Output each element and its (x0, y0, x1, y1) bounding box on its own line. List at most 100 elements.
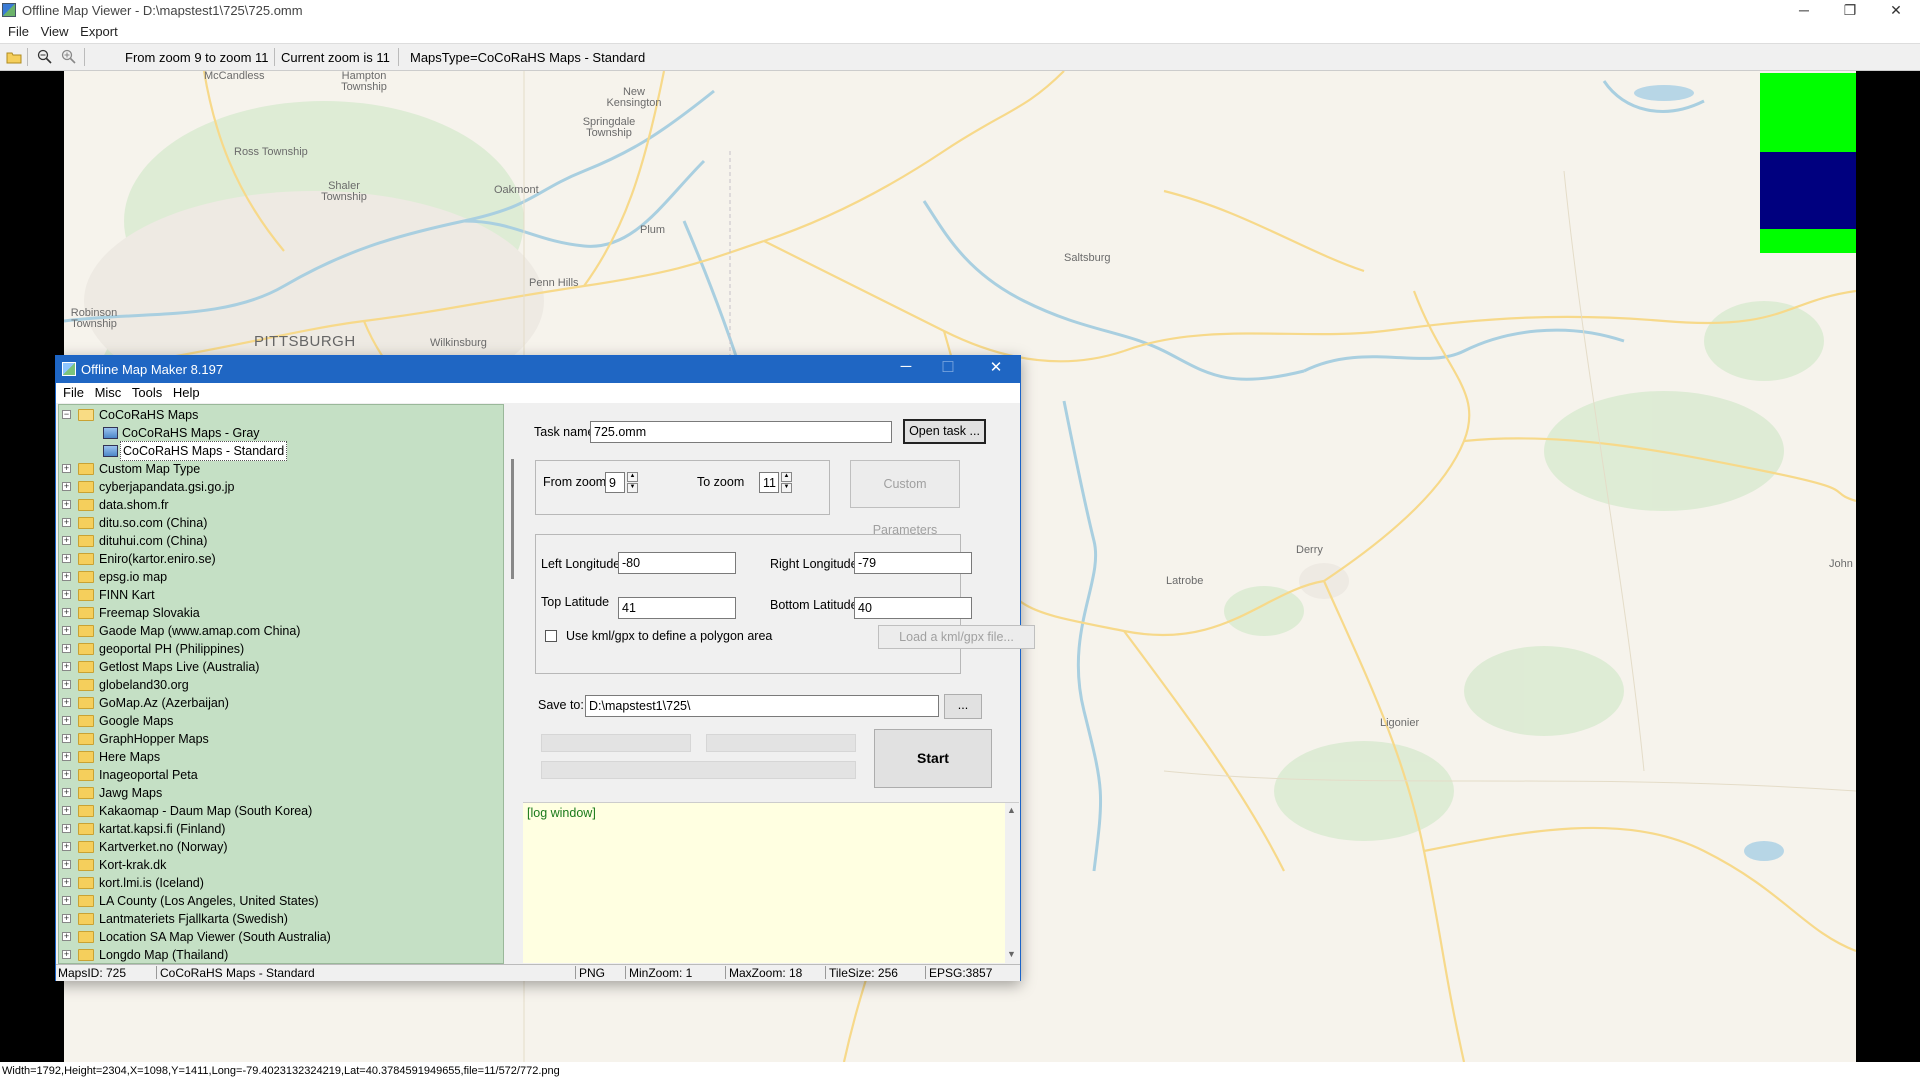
map-label-john: John (1829, 558, 1853, 570)
tree-scrollbar[interactable] (507, 404, 519, 964)
save-to-input[interactable]: D:\mapstest1\725\ (585, 695, 939, 717)
expand-icon[interactable]: + (62, 590, 71, 599)
expand-icon[interactable]: + (62, 644, 71, 653)
expand-icon[interactable]: + (62, 464, 71, 473)
custom-parameters-button[interactable]: Custom Parameters (850, 460, 960, 537)
browse-button[interactable]: ... (944, 694, 982, 719)
dialog-minimize-button[interactable]: ─ (888, 358, 924, 375)
map-label-hampton: Hampton Township (341, 71, 387, 93)
expand-icon[interactable]: + (62, 734, 71, 743)
from-zoom-spinner[interactable]: ▲ ▼ (627, 472, 638, 493)
expand-icon[interactable]: + (62, 752, 71, 761)
expand-icon[interactable]: + (62, 896, 71, 905)
dialog-menu-misc[interactable]: Misc (95, 383, 122, 403)
open-task-button[interactable]: Open task ... (903, 419, 986, 444)
expand-icon[interactable]: + (62, 806, 71, 815)
expand-icon[interactable]: + (62, 950, 71, 959)
bottom-latitude-input[interactable]: 40 (854, 597, 972, 619)
load-kml-button[interactable]: Load a kml/gpx file... (878, 625, 1035, 649)
left-longitude-input[interactable]: -80 (618, 552, 736, 574)
folder-icon (78, 589, 94, 601)
menu-export[interactable]: Export (80, 22, 118, 42)
map-label-saltsburg: Saltsburg (1064, 252, 1111, 264)
expand-icon[interactable]: + (62, 662, 71, 671)
map-label-wilkinsburg: Wilkinsburg (430, 337, 487, 349)
spin-up-icon[interactable]: ▲ (781, 472, 792, 482)
viewer-titlebar: Offline Map Viewer - D:\mapstest1\725\72… (0, 0, 1920, 22)
expand-icon[interactable]: + (62, 788, 71, 797)
minimize-button[interactable]: ─ (1784, 0, 1824, 22)
folder-icon (78, 679, 94, 691)
app-icon (2, 3, 16, 17)
expand-icon[interactable]: + (62, 932, 71, 941)
to-zoom-input[interactable]: 11 (759, 472, 779, 493)
dialog-titlebar[interactable]: Offline Map Maker 8.197 ─ ☐ ✕ (56, 356, 1020, 383)
scroll-up-icon[interactable]: ▲ (1007, 805, 1016, 815)
tree-node-label-selected: CoCoRaHS Maps - Standard (120, 441, 288, 461)
log-scrollbar[interactable]: ▲ ▼ (1005, 803, 1019, 963)
expand-icon[interactable]: + (62, 914, 71, 923)
to-zoom-spinner[interactable]: ▲ ▼ (781, 472, 792, 493)
expand-icon[interactable]: + (62, 518, 71, 527)
close-button[interactable]: ✕ (1876, 0, 1916, 22)
open-folder-icon[interactable] (6, 49, 22, 65)
dialog-menu-tools[interactable]: Tools (132, 383, 162, 403)
status-min-zoom: MinZoom: 1 (629, 966, 693, 980)
tree-node-label: FINN Kart (99, 588, 155, 602)
collapse-icon[interactable]: − (62, 410, 71, 419)
tree-node-label: Here Maps (99, 750, 161, 764)
expand-icon[interactable]: + (62, 878, 71, 887)
start-button[interactable]: Start (874, 729, 992, 788)
tree-node-label: kort.lmi.is (Iceland) (99, 876, 204, 890)
spin-up-icon[interactable]: ▲ (627, 472, 638, 482)
kml-checkbox[interactable] (545, 630, 557, 642)
restore-button[interactable]: ❐ (1830, 0, 1870, 22)
zoom-range-text: From zoom 9 to zoom 11 (125, 50, 269, 65)
right-longitude-input[interactable]: -79 (854, 552, 972, 574)
task-name-input[interactable]: 725.omm (590, 421, 892, 443)
scrollbar-thumb[interactable] (511, 459, 514, 579)
expand-icon[interactable]: + (62, 860, 71, 869)
log-text: [log window] (527, 806, 596, 820)
menu-view[interactable]: View (41, 22, 69, 42)
expand-icon[interactable]: + (62, 536, 71, 545)
dialog-menu-file[interactable]: File (63, 383, 84, 403)
progress-bar-total (541, 761, 856, 779)
folder-icon (78, 733, 94, 745)
menu-file[interactable]: File (8, 22, 29, 42)
expand-icon[interactable]: + (62, 842, 71, 851)
top-latitude-label: Top Latitude (541, 595, 610, 609)
top-latitude-input[interactable]: 41 (618, 597, 736, 619)
expand-icon[interactable]: + (62, 482, 71, 491)
expand-icon[interactable]: + (62, 572, 71, 581)
open-folder-icon (78, 409, 94, 421)
scroll-down-icon[interactable]: ▼ (1007, 949, 1016, 959)
viewer-menubar: File View Export (0, 22, 1920, 43)
expand-icon[interactable]: + (62, 680, 71, 689)
map-type-tree[interactable]: − CoCoRaHS Maps CoCoRaHS Maps - Gray CoC… (58, 404, 504, 964)
spin-down-icon[interactable]: ▼ (781, 483, 792, 493)
zoom-in-icon[interactable] (61, 49, 77, 65)
folder-icon (78, 553, 94, 565)
expand-icon[interactable]: + (62, 626, 71, 635)
folder-icon (78, 661, 94, 673)
tree-node-label: epsg.io map (99, 570, 168, 584)
left-longitude-label: Left Longitude (541, 557, 621, 571)
from-zoom-input[interactable]: 9 (605, 472, 625, 493)
expand-icon[interactable]: + (62, 698, 71, 707)
map-label-pittsburgh: PITTSBURGH (254, 333, 356, 350)
dialog-maximize-button[interactable]: ☐ (930, 358, 966, 376)
from-zoom-label: From zoom (543, 475, 607, 489)
log-window[interactable]: [log window] ▲ ▼ (523, 802, 1019, 963)
zoom-out-icon[interactable] (37, 49, 53, 65)
expand-icon[interactable]: + (62, 770, 71, 779)
expand-icon[interactable]: + (62, 500, 71, 509)
spin-down-icon[interactable]: ▼ (627, 483, 638, 493)
expand-icon[interactable]: + (62, 554, 71, 563)
expand-icon[interactable]: + (62, 716, 71, 725)
expand-icon[interactable]: + (62, 608, 71, 617)
dialog-menu-help[interactable]: Help (173, 383, 200, 403)
expand-icon[interactable]: + (62, 824, 71, 833)
dialog-close-button[interactable]: ✕ (978, 358, 1014, 376)
tree-node-label: Kort-krak.dk (99, 858, 167, 872)
